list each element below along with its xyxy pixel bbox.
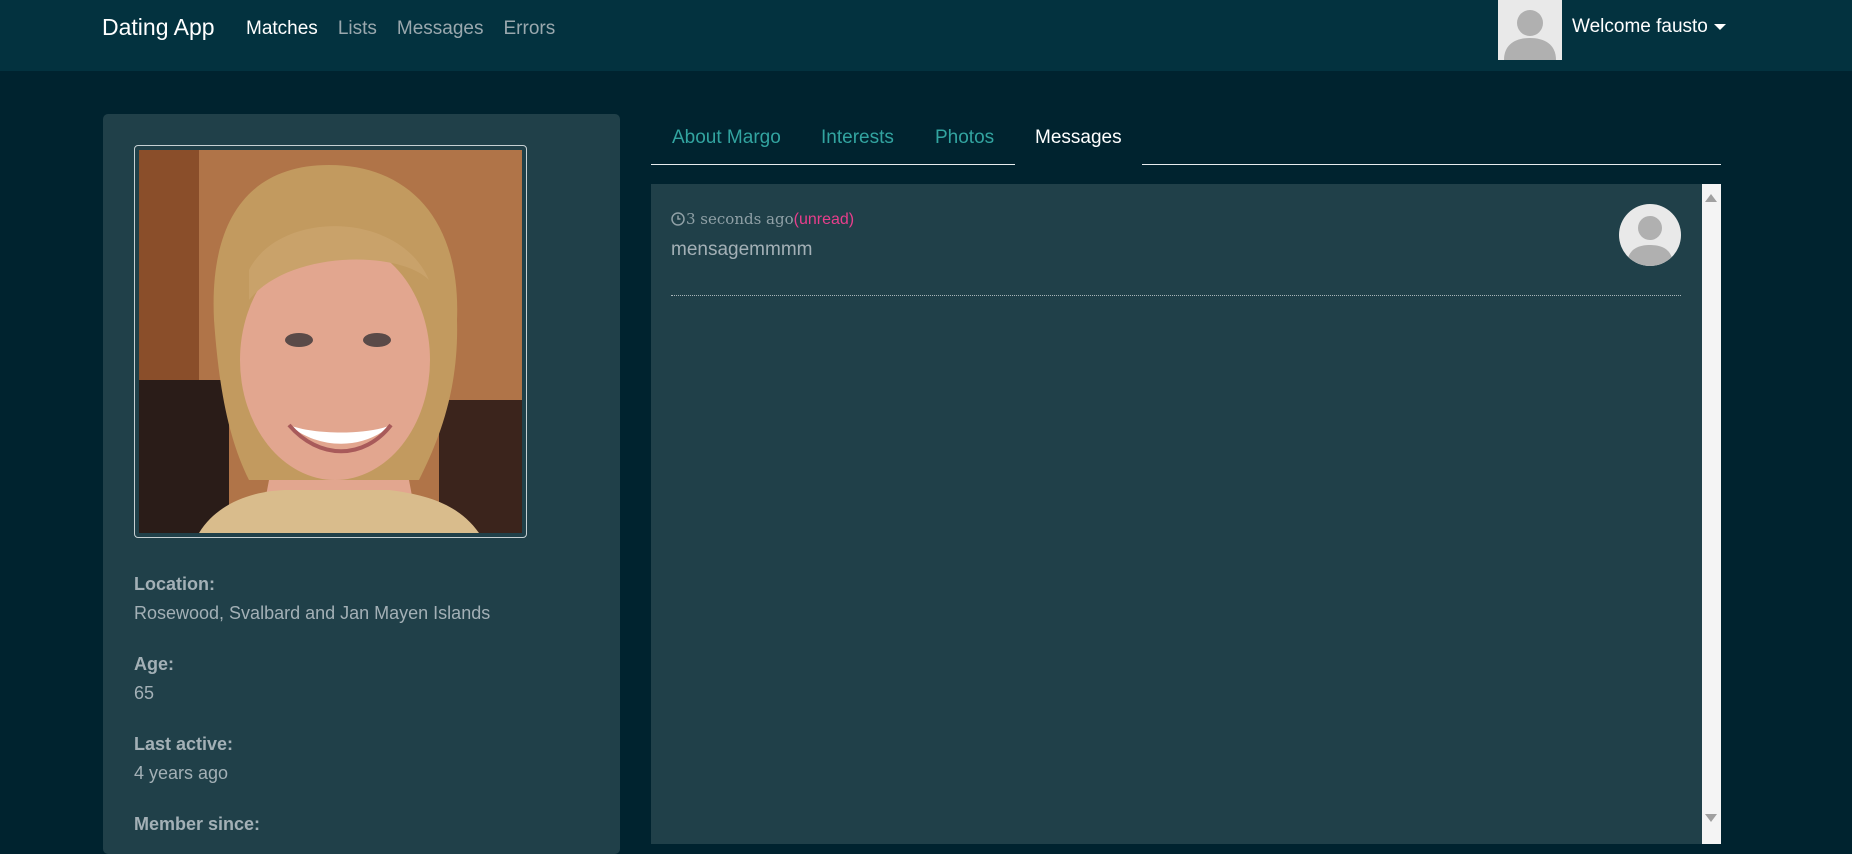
message-text: mensagemmmm <box>671 239 813 260</box>
message-meta: 3 seconds ago(unread) <box>671 210 854 229</box>
profile-tabs: About Margo Interests Photos Messages <box>651 117 1721 166</box>
location-info: Location: Rosewood, Svalbard and Jan May… <box>134 574 490 624</box>
nav-link-lists[interactable]: Lists <box>338 18 377 40</box>
messages-panel: 3 seconds ago(unread) mensagemmmm <box>651 184 1721 844</box>
tab-about[interactable]: About Margo <box>672 127 781 149</box>
top-navbar: Dating App Matches Lists Messages Errors… <box>0 0 1852 71</box>
nav-link-errors[interactable]: Errors <box>504 18 556 40</box>
tab-interests[interactable]: Interests <box>821 127 894 149</box>
user-avatar-icon <box>1498 0 1562 60</box>
unread-badge: (unread) <box>793 211 855 228</box>
age-info: Age: 65 <box>134 654 174 704</box>
message-divider <box>671 295 1681 296</box>
last-active-info: Last active: 4 years ago <box>134 734 233 784</box>
clock-icon <box>671 212 685 226</box>
location-label: Location: <box>134 574 215 594</box>
location-value: Rosewood, Svalbard and Jan Mayen Islands <box>134 603 491 623</box>
tab-messages[interactable]: Messages <box>1015 117 1142 166</box>
member-photo <box>134 145 527 538</box>
nav-links: Matches Lists Messages Errors <box>246 18 575 40</box>
nav-link-matches[interactable]: Matches <box>246 18 318 40</box>
brand-link[interactable]: Dating App <box>102 14 215 41</box>
user-dropdown-toggle[interactable]: Welcome fausto <box>1572 16 1726 38</box>
scroll-up-icon[interactable] <box>1705 194 1717 202</box>
profile-card: Location: Rosewood, Svalbard and Jan May… <box>103 114 620 854</box>
tab-photos[interactable]: Photos <box>935 127 994 149</box>
last-active-label: Last active: <box>134 734 234 754</box>
scroll-down-icon[interactable] <box>1705 814 1717 822</box>
last-active-value: 4 years ago <box>134 763 229 783</box>
sender-avatar-icon <box>1619 204 1681 266</box>
messages-scrollbar[interactable] <box>1702 184 1721 844</box>
age-value: 65 <box>134 683 155 703</box>
caret-down-icon <box>1713 23 1726 30</box>
age-label: Age: <box>134 654 174 674</box>
welcome-text: Welcome fausto <box>1572 16 1708 37</box>
nav-link-messages[interactable]: Messages <box>397 18 484 40</box>
message-time: 3 seconds ago <box>686 210 794 228</box>
